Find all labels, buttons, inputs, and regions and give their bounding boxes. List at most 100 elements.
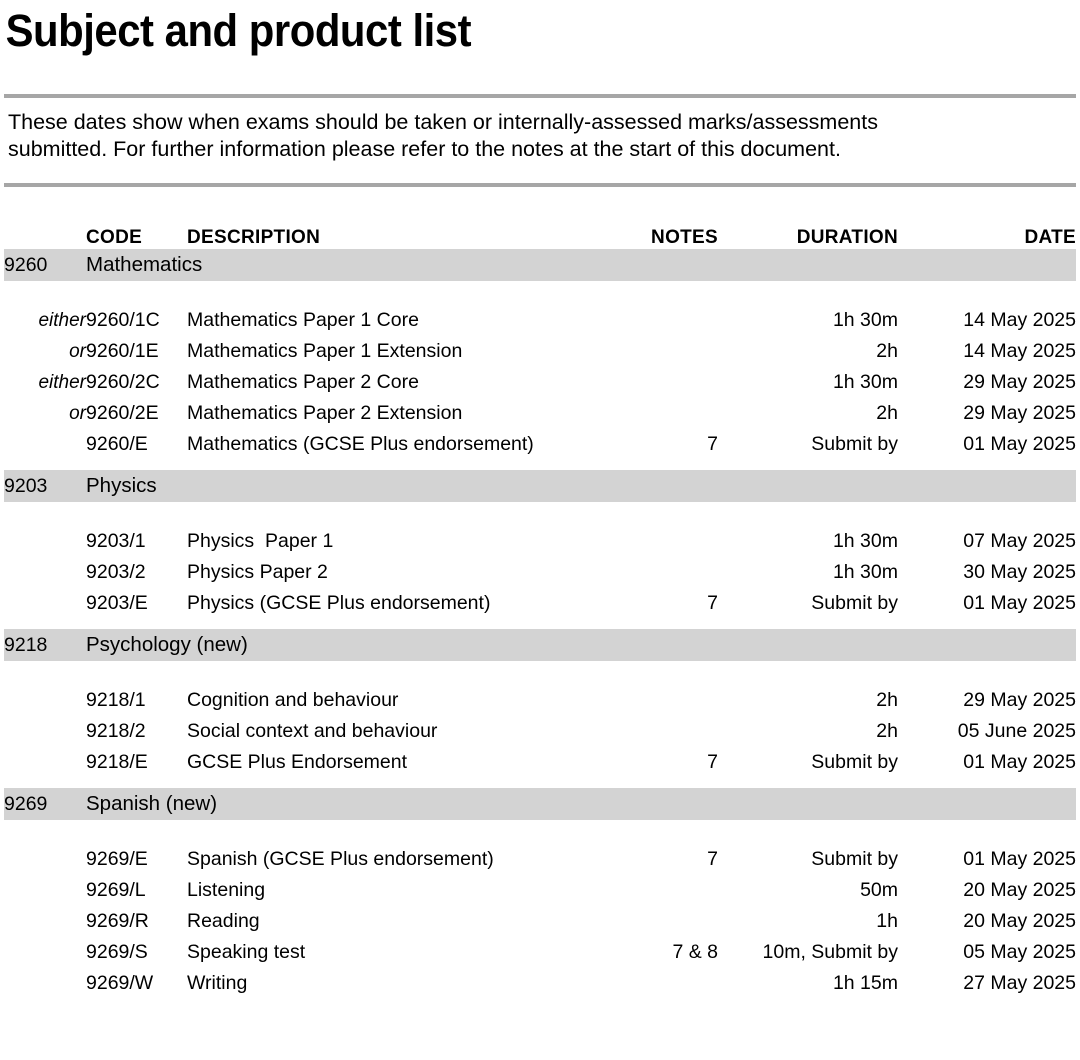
row-code: 9218/2 bbox=[86, 720, 146, 742]
subject-band-row: 9203 Physics bbox=[4, 470, 1076, 502]
row-qualifier bbox=[4, 526, 86, 557]
row-description: Social context and behaviour bbox=[187, 720, 438, 742]
table-row: 9260/E Mathematics (GCSE Plus endorsement… bbox=[4, 429, 1076, 460]
row-qualifier: either bbox=[38, 371, 86, 393]
row-notes bbox=[613, 875, 718, 906]
row-code: 9260/1E bbox=[86, 340, 159, 362]
row-duration: 1h 30m bbox=[832, 530, 898, 552]
subject-code: 9218 bbox=[4, 629, 86, 661]
row-qualifier bbox=[4, 906, 86, 937]
row-duration: Submit by bbox=[811, 433, 898, 455]
row-code: 9260/E bbox=[86, 433, 148, 455]
subject-band-row: 9269 Spanish (new) bbox=[4, 788, 1076, 820]
row-code: 9269/R bbox=[86, 910, 149, 932]
subject-product-table: CODE DESCRIPTION NOTES DURATION DATE 926… bbox=[4, 187, 1076, 999]
section-tail-spacer bbox=[4, 460, 1076, 470]
row-qualifier bbox=[4, 875, 86, 906]
row-code: 9203/1 bbox=[86, 530, 146, 552]
row-qualifier bbox=[4, 937, 86, 968]
row-duration: Submit by bbox=[811, 751, 898, 773]
row-date: 05 May 2025 bbox=[963, 941, 1076, 963]
row-duration: 2h bbox=[876, 689, 898, 711]
row-description: Speaking test bbox=[187, 941, 306, 963]
page-title: Subject and product list bbox=[5, 5, 472, 56]
row-description: Mathematics Paper 1 Core bbox=[187, 309, 419, 331]
row-notes bbox=[613, 336, 718, 367]
table-row: 9269/L Listening 50m 20 May 2025 bbox=[4, 875, 1076, 906]
row-date: 20 May 2025 bbox=[963, 910, 1076, 932]
row-duration: Submit by bbox=[811, 592, 898, 614]
intro-paragraph: These dates show when exams should be ta… bbox=[0, 98, 1080, 163]
spacer-cell bbox=[4, 661, 1076, 685]
row-qualifier bbox=[4, 588, 86, 619]
document-page: Subject and product list These dates sho… bbox=[0, 0, 1080, 1060]
section-spacer bbox=[4, 502, 1076, 526]
row-code: 9269/S bbox=[86, 941, 148, 963]
table-row: 9269/R Reading 1h 20 May 2025 bbox=[4, 906, 1076, 937]
row-description: GCSE Plus Endorsement bbox=[187, 751, 408, 773]
row-description: Writing bbox=[187, 972, 248, 994]
subject-code: 9260 bbox=[4, 249, 86, 281]
section-tail-spacer bbox=[4, 778, 1076, 788]
row-description: Mathematics Paper 2 Core bbox=[187, 371, 419, 393]
row-duration: 1h 30m bbox=[832, 371, 898, 393]
column-header-code: CODE bbox=[86, 227, 143, 248]
row-code: 9269/L bbox=[86, 879, 146, 901]
row-qualifier bbox=[4, 844, 86, 875]
row-notes bbox=[613, 968, 718, 999]
row-notes bbox=[613, 557, 718, 588]
table-row: 9218/1 Cognition and behaviour 2h 29 May 20… bbox=[4, 685, 1076, 716]
row-description: Reading bbox=[187, 910, 260, 932]
row-notes bbox=[613, 398, 718, 429]
row-date: 14 May 2025 bbox=[963, 340, 1076, 362]
subject-band-row: 9260 Mathematics bbox=[4, 249, 1076, 281]
row-qualifier bbox=[4, 685, 86, 716]
row-duration: Submit by bbox=[811, 848, 898, 870]
row-qualifier bbox=[4, 968, 86, 999]
row-qualifier: or bbox=[69, 402, 86, 424]
table-row: either 9260/1C Mathematics Paper 1 Core 1h … bbox=[4, 305, 1076, 336]
row-date: 01 May 2025 bbox=[963, 592, 1076, 614]
row-notes: 7 bbox=[707, 592, 718, 614]
row-duration: 10m, Submit by bbox=[762, 941, 898, 963]
row-date: 01 May 2025 bbox=[963, 433, 1076, 455]
intro-line-1: These dates show when exams should be ta… bbox=[8, 110, 878, 134]
row-notes: 7 bbox=[707, 751, 718, 773]
table-row: or 9260/2E Mathematics Paper 2 Extension 2h… bbox=[4, 398, 1076, 429]
section-spacer bbox=[4, 820, 1076, 844]
row-duration: 2h bbox=[876, 402, 898, 424]
row-date: 27 May 2025 bbox=[963, 972, 1076, 994]
section-spacer bbox=[4, 661, 1076, 685]
subject-name: Physics bbox=[86, 470, 1076, 502]
subject-name: Mathematics bbox=[86, 249, 1076, 281]
section-spacer bbox=[4, 281, 1076, 305]
row-duration: 1h 30m bbox=[832, 309, 898, 331]
header-spacer bbox=[4, 187, 86, 249]
column-header-date: DATE bbox=[1024, 227, 1076, 248]
spacer-cell bbox=[4, 281, 1076, 305]
row-date: 30 May 2025 bbox=[963, 561, 1076, 583]
row-code: 9218/E bbox=[86, 751, 148, 773]
row-duration: 1h 30m bbox=[832, 561, 898, 583]
row-date: 01 May 2025 bbox=[963, 848, 1076, 870]
row-qualifier bbox=[4, 429, 86, 460]
table-row: 9269/E Spanish (GCSE Plus endorsement) 7 Su… bbox=[4, 844, 1076, 875]
row-code: 9269/W bbox=[86, 972, 154, 994]
row-date: 07 May 2025 bbox=[963, 530, 1076, 552]
row-notes bbox=[613, 367, 718, 398]
row-description: Mathematics (GCSE Plus endorsement) bbox=[187, 433, 534, 455]
row-qualifier bbox=[4, 716, 86, 747]
row-notes: 7 bbox=[707, 848, 718, 870]
subject-code: 9203 bbox=[4, 470, 86, 502]
subject-code: 9269 bbox=[4, 788, 86, 820]
row-notes: 7 & 8 bbox=[672, 941, 718, 963]
column-header-description: DESCRIPTION bbox=[187, 227, 321, 248]
row-date: 01 May 2025 bbox=[963, 751, 1076, 773]
row-description: Physics (GCSE Plus endorsement) bbox=[187, 592, 491, 614]
row-qualifier bbox=[4, 557, 86, 588]
subject-name: Spanish (new) bbox=[86, 788, 1076, 820]
row-duration: 1h bbox=[876, 910, 898, 932]
row-date: 29 May 2025 bbox=[963, 689, 1076, 711]
row-qualifier: or bbox=[69, 340, 86, 362]
row-notes: 7 bbox=[707, 433, 718, 455]
